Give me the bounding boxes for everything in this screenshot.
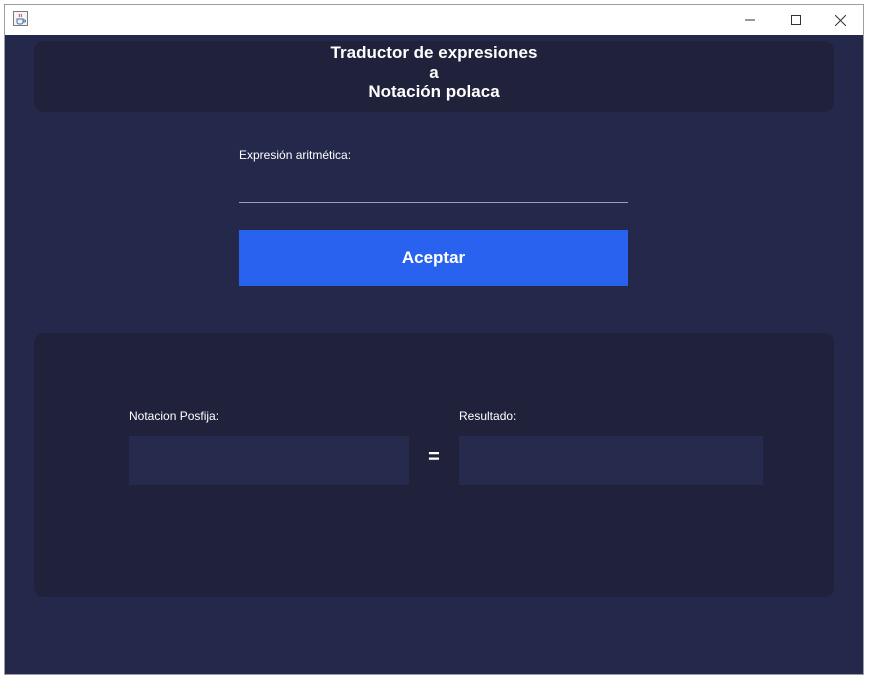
- minimize-icon: [744, 19, 755, 21]
- title-line-1: Traductor de expresiones: [330, 43, 538, 62]
- accept-button[interactable]: Aceptar: [239, 230, 628, 286]
- app-window: Traductor de expresiones a Notación pola…: [4, 4, 864, 675]
- postfix-label: Notacion Posfija:: [129, 409, 220, 423]
- main-content: Traductor de expresiones a Notación pola…: [5, 35, 863, 674]
- results-panel: Notacion Posfija: = Resultado:: [34, 333, 834, 597]
- expression-label: Expresión aritmética:: [239, 148, 352, 162]
- close-button[interactable]: [818, 5, 863, 35]
- page-title: Traductor de expresiones a Notación pola…: [34, 43, 834, 102]
- close-icon: [835, 14, 846, 26]
- result-label: Resultado:: [459, 409, 517, 423]
- maximize-button[interactable]: [773, 5, 818, 35]
- title-line-2: a: [429, 62, 439, 82]
- expression-input[interactable]: [239, 173, 628, 203]
- equals-sign: =: [428, 446, 440, 468]
- maximize-icon: [790, 15, 801, 25]
- title-line-3: Notación polaca: [368, 82, 500, 101]
- result-output-field[interactable]: [459, 436, 763, 485]
- header-panel: Traductor de expresiones a Notación pola…: [34, 41, 834, 112]
- java-cup-icon: [13, 11, 28, 26]
- postfix-output-field[interactable]: [129, 436, 409, 485]
- title-bar[interactable]: [5, 5, 863, 35]
- minimize-button[interactable]: [727, 5, 772, 35]
